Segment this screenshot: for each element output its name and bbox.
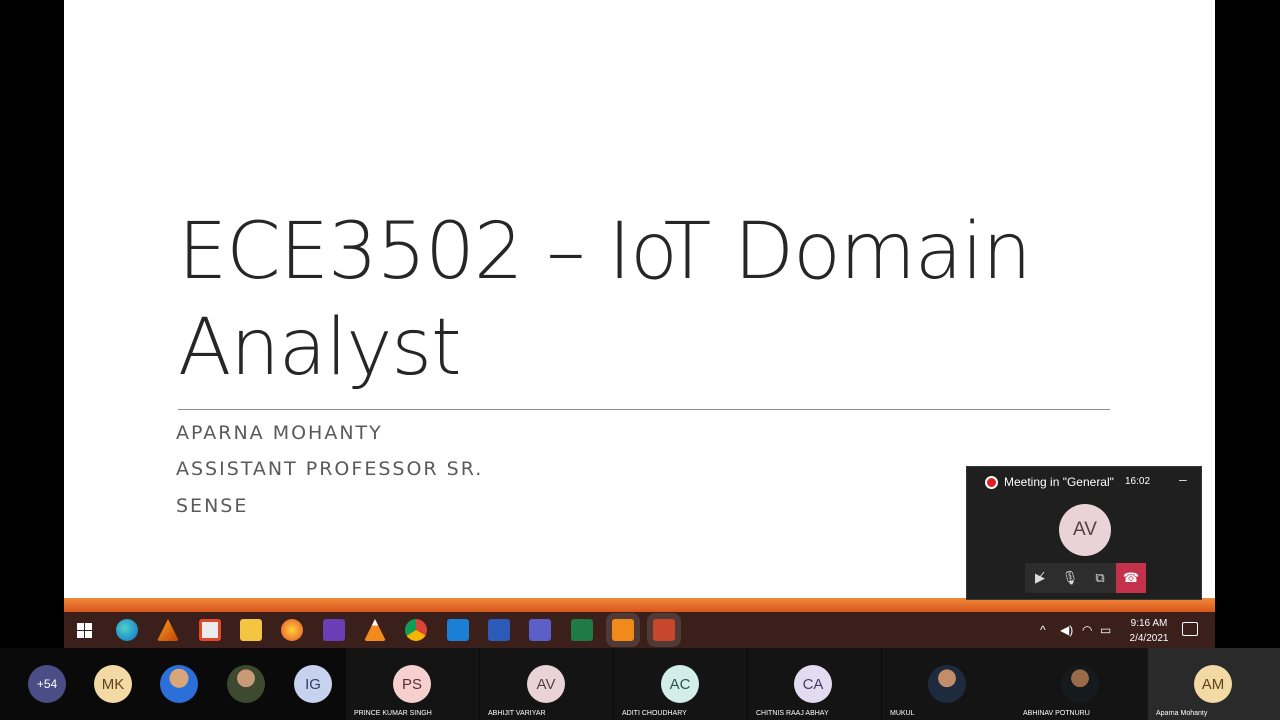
participant-name: Aparna Mohanty: [1156, 710, 1208, 717]
store-icon[interactable]: [199, 619, 221, 641]
visual-studio-icon[interactable]: [323, 619, 345, 641]
wifi-icon[interactable]: ◠: [1082, 623, 1092, 637]
participant-avatar[interactable]: IG: [294, 665, 332, 703]
windows-taskbar: ^ ◀) ◠ ▭ 9:16 AM 2/4/2021: [64, 612, 1215, 648]
participant-tile[interactable]: MUKUL: [882, 648, 1015, 720]
participant-avatar[interactable]: MK: [94, 665, 132, 703]
minimize-button[interactable]: –: [1179, 471, 1187, 487]
teams-icon[interactable]: [529, 619, 551, 641]
windows-start-icon[interactable]: [77, 623, 92, 638]
taskbar-clock[interactable]: 9:16 AM 2/4/2021: [1124, 616, 1174, 646]
participant-name: CHITNIS RAAJ ABHAY: [756, 710, 829, 717]
participant-tile[interactable]: AC ADITI CHOUDHARY: [614, 648, 747, 720]
participant-avatar: AM: [1194, 665, 1232, 703]
slide-subtitle-dept: SENSE: [176, 495, 249, 517]
slide-bottom-bar: [64, 598, 1215, 612]
slide-title-line1: ECE3502 – IoT Domain: [178, 207, 1032, 297]
snagit-icon[interactable]: [612, 619, 634, 641]
file-explorer-icon[interactable]: [240, 619, 262, 641]
slide-subtitle-name: APARNA MOHANTY: [176, 422, 383, 444]
matlab-icon[interactable]: [157, 619, 179, 641]
recording-icon: [985, 476, 998, 489]
microphone-icon[interactable]: 🎙: [1055, 563, 1085, 593]
overflow-participants-badge[interactable]: +54: [28, 665, 66, 703]
notification-center-icon[interactable]: [1182, 622, 1198, 636]
clock-time: 9:16 AM: [1130, 618, 1168, 629]
participant-photo-avatar[interactable]: [160, 665, 198, 703]
participant-name: ADITI CHOUDHARY: [622, 710, 687, 717]
participant-name: MUKUL: [890, 710, 915, 717]
participant-photo-avatar: [1061, 665, 1099, 703]
participant-tile-self[interactable]: AM Aparna Mohanty: [1148, 648, 1280, 720]
clock-date: 2/4/2021: [1129, 633, 1169, 644]
meeting-title: Meeting in "General": [1004, 475, 1114, 489]
firefox-icon[interactable]: [281, 619, 303, 641]
participant-strip: +54 MK IG PS PRINCE KUMAR SINGH AV ABHIJ…: [0, 648, 1280, 720]
slide-subtitle-role: ASSISTANT PROFESSOR SR.: [176, 458, 484, 480]
participant-tile[interactable]: CA CHITNIS RAAJ ABHAY: [748, 648, 881, 720]
mail-icon[interactable]: [447, 619, 469, 641]
slide-title: ECE3502 – IoT Domain Analyst: [178, 204, 1138, 396]
excel-icon[interactable]: [571, 619, 593, 641]
edge-icon[interactable]: [116, 619, 138, 641]
participant-name: ABHIJIT VARIYAR: [488, 710, 546, 717]
participant-photo-avatar[interactable]: [227, 665, 265, 703]
participant-avatar: PS: [393, 665, 431, 703]
participant-avatar: AV: [527, 665, 565, 703]
participant-tile[interactable]: ABHINAV POTNURU: [1015, 648, 1148, 720]
slide-title-line2: Analyst: [178, 303, 462, 393]
chrome-icon[interactable]: [405, 619, 427, 641]
meeting-controls: ▶̸ 🎙 ⧉ ☎: [1025, 563, 1146, 593]
participant-name: ABHINAV POTNURU: [1023, 710, 1090, 717]
vlc-icon[interactable]: [364, 619, 386, 641]
participant-photo-avatar: [928, 665, 966, 703]
camera-off-icon[interactable]: ▶̸: [1025, 563, 1055, 593]
participant-tile[interactable]: AV ABHIJIT VARIYAR: [480, 648, 613, 720]
meeting-elapsed: 16:02: [1125, 476, 1151, 487]
powerpoint-icon[interactable]: [653, 619, 675, 641]
chevron-up-icon[interactable]: ^: [1040, 623, 1046, 637]
meeting-mini-window[interactable]: Meeting in "General" 16:02 – AV ▶̸ 🎙 ⧉ ☎: [966, 466, 1202, 600]
slide-divider: [178, 409, 1110, 410]
hang-up-button[interactable]: ☎: [1116, 563, 1146, 593]
word-icon[interactable]: [488, 619, 510, 641]
participant-avatar: CA: [794, 665, 832, 703]
speaker-icon[interactable]: ◀): [1060, 623, 1073, 637]
presenter-avatar: AV: [1059, 504, 1111, 556]
battery-icon[interactable]: ▭: [1100, 623, 1111, 637]
participant-name: PRINCE KUMAR SINGH: [354, 710, 432, 717]
participant-tile[interactable]: PS PRINCE KUMAR SINGH: [346, 648, 479, 720]
share-screen-icon[interactable]: ⧉: [1085, 563, 1115, 593]
participant-avatar: AC: [661, 665, 699, 703]
